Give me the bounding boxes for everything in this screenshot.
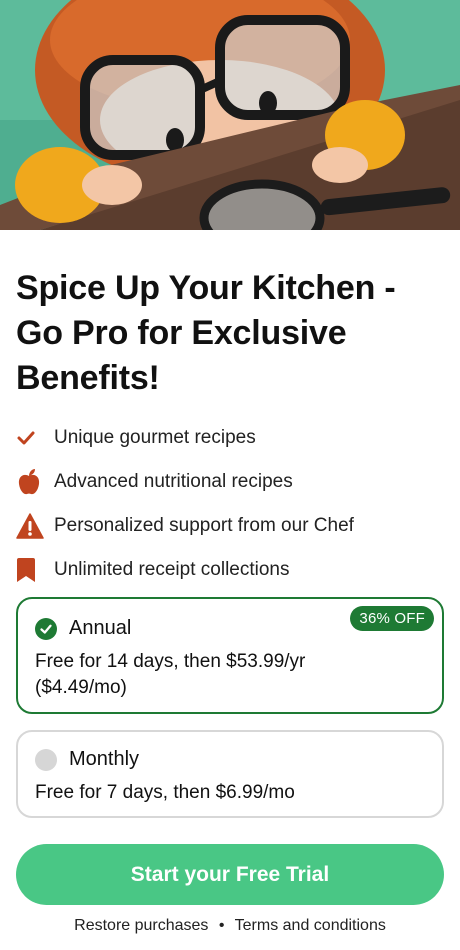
feature-label: Advanced nutritional recipes bbox=[54, 471, 293, 492]
annual-plan-name: Annual bbox=[69, 617, 132, 639]
monthly-plan-description: Free for 7 days, then $6.99/mo bbox=[35, 782, 295, 803]
monthly-plan-card[interactable]: Monthly Free for 7 days, then $6.99/mo bbox=[16, 730, 444, 818]
hero-illustration bbox=[0, 0, 460, 230]
checkmark-icon bbox=[16, 423, 46, 453]
page-title: Spice Up Your Kitchen - Go Pro for Exclu… bbox=[16, 269, 396, 397]
discount-badge: 36% OFF bbox=[350, 606, 434, 631]
radio-unselected-icon[interactable] bbox=[35, 748, 57, 771]
feature-label: Unlimited receipt collections bbox=[54, 559, 290, 580]
feature-item: Unlimited receipt collections bbox=[16, 548, 446, 592]
feature-list: Unique gourmet recipes Advanced nutritio… bbox=[16, 416, 446, 592]
checkmark-circle-icon[interactable] bbox=[35, 617, 57, 640]
bookmark-icon bbox=[16, 555, 46, 585]
monthly-plan-header: Monthly bbox=[35, 748, 139, 771]
feature-item: Unique gourmet recipes bbox=[16, 416, 446, 460]
feature-label: Unique gourmet recipes bbox=[54, 427, 256, 448]
monthly-plan-name: Monthly bbox=[69, 748, 140, 770]
footer-links: Restore purchases • Terms and conditions bbox=[0, 917, 460, 935]
annual-plan-card[interactable]: Annual Free for 14 days, then $53.99/yr … bbox=[16, 597, 444, 714]
feature-label: Personalized support from our Chef bbox=[54, 515, 354, 536]
feature-item: Advanced nutritional recipes bbox=[16, 460, 446, 504]
annual-plan-description: Free for 14 days, then $53.99/yr ($4.49/… bbox=[35, 651, 306, 698]
warning-icon bbox=[16, 511, 46, 541]
annual-plan-header: Annual bbox=[35, 617, 131, 640]
start-free-trial-button[interactable]: Start your Free Trial bbox=[16, 844, 444, 905]
apple-icon bbox=[16, 467, 46, 497]
terms-link[interactable]: Terms and conditions bbox=[235, 917, 386, 934]
restore-purchases-link[interactable]: Restore purchases bbox=[74, 917, 208, 934]
hero-image bbox=[0, 0, 460, 230]
feature-item: Personalized support from our Chef bbox=[16, 504, 446, 548]
footer-separator: • bbox=[218, 917, 225, 934]
